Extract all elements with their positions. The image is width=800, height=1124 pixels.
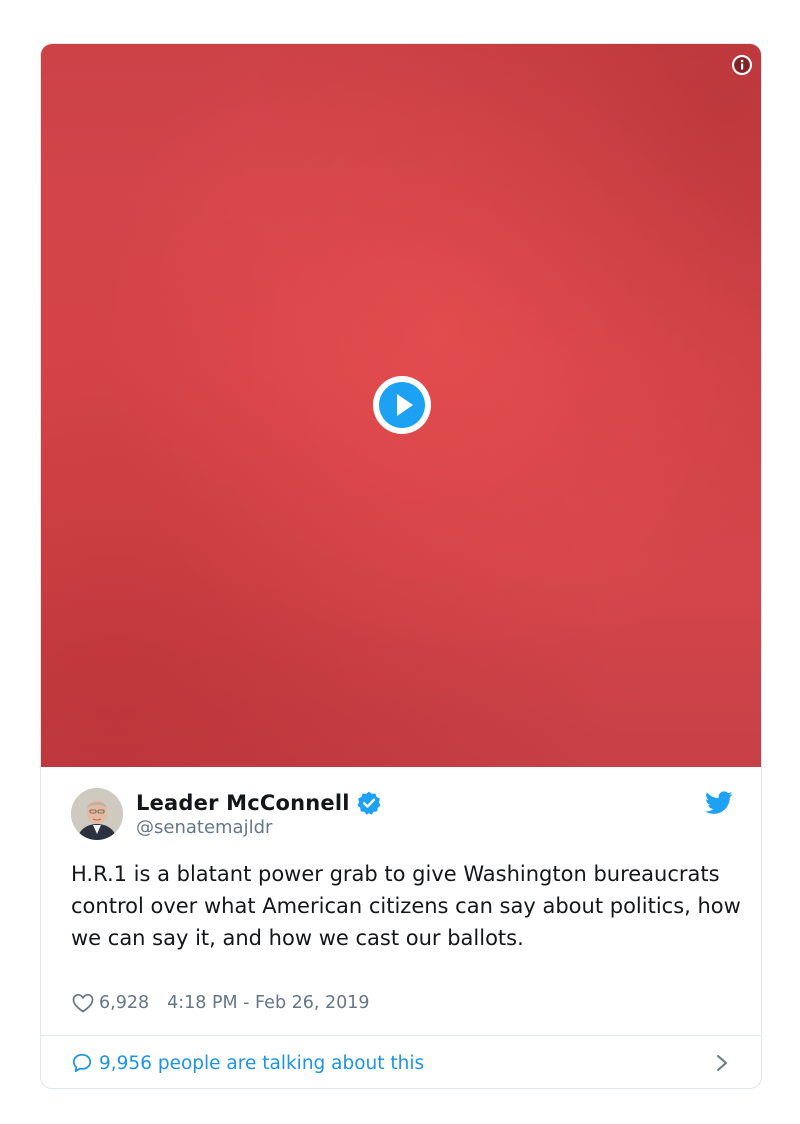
info-icon[interactable]	[731, 54, 753, 76]
author-handle[interactable]: @senatemajldr	[136, 817, 272, 838]
video-media[interactable]	[41, 44, 761, 767]
tweet-body: Leader McConnell @senatemajldr H.R.1 is …	[41, 767, 761, 1035]
tweet-meta: 6,928 4:18 PM - Feb 26, 2019	[71, 991, 370, 1015]
play-icon[interactable]	[372, 375, 432, 435]
tweet-text: H.R.1 is a blatant power grab to give Wa…	[71, 862, 741, 950]
twitter-bird-icon[interactable]	[705, 791, 733, 815]
author-row: Leader McConnell	[136, 790, 382, 816]
avatar[interactable]	[71, 788, 123, 840]
conversation-link[interactable]: 9,956 people are talking about this	[41, 1036, 761, 1088]
speech-bubble-icon	[72, 1053, 92, 1073]
verified-badge-icon	[357, 791, 381, 815]
tweet-embed-card: Leader McConnell @senatemajldr H.R.1 is …	[40, 43, 762, 1089]
tweet-timestamp[interactable]: 4:18 PM - Feb 26, 2019	[167, 993, 369, 1013]
conversation-text: 9,956 people are talking about this	[99, 1052, 425, 1074]
author-name[interactable]: Leader McConnell	[136, 791, 350, 815]
chevron-right-icon	[717, 1055, 727, 1071]
like-count[interactable]: 6,928	[99, 993, 149, 1013]
heart-icon[interactable]	[71, 991, 95, 1015]
